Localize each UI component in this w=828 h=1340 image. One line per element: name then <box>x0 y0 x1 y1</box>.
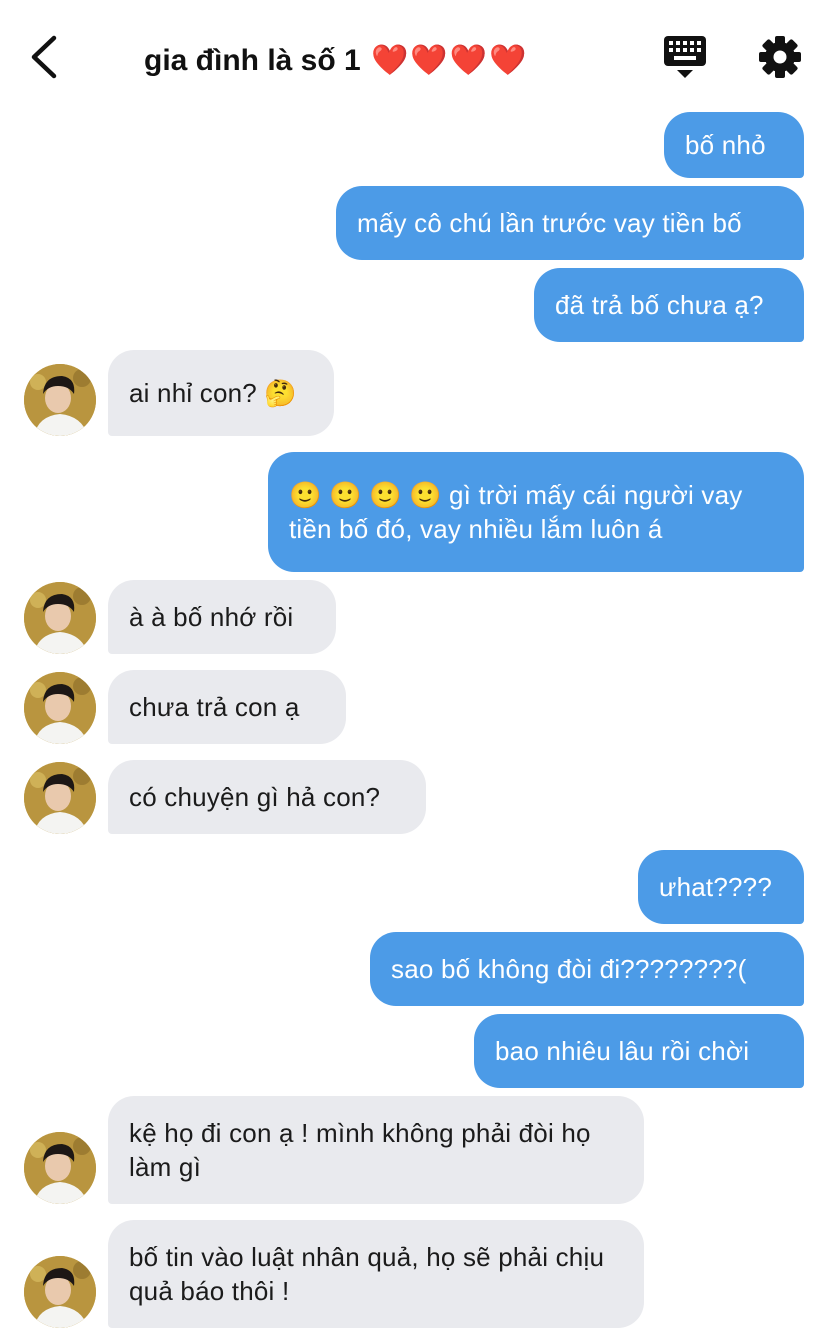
avatar[interactable] <box>24 582 96 654</box>
message-bubble-received[interactable]: chưa trả con ạ <box>108 670 346 744</box>
message-bubble-received[interactable]: kệ họ đi con ạ ! mình không phải đòi họ … <box>108 1096 644 1204</box>
message-text: chưa trả con ạ <box>129 692 300 722</box>
message-text: có chuyện gì hả con? <box>129 782 381 812</box>
message-bubble-sent[interactable]: 🙂 🙂 🙂 🙂 gì trời mấy cái người vay tiền b… <box>268 452 804 572</box>
avatar[interactable] <box>24 1256 96 1328</box>
message-text: bố nhỏ <box>685 130 766 160</box>
message-bubble-sent[interactable]: ưhat???? <box>638 850 804 924</box>
gear-icon <box>759 36 801 78</box>
avatar[interactable] <box>24 364 96 436</box>
avatar-photo <box>24 1132 96 1204</box>
message-bubble-sent[interactable]: bao nhiêu lâu rồi chời <box>474 1014 804 1088</box>
avatar[interactable] <box>24 1132 96 1204</box>
message-bubble-sent[interactable]: mấy cô chú lần trước vay tiền bố <box>336 186 804 260</box>
avatar[interactable] <box>24 762 96 834</box>
message-text: kệ họ đi con ạ ! mình không phải đòi họ … <box>129 1118 591 1182</box>
chevron-left-icon <box>31 35 57 79</box>
avatar-photo <box>24 672 96 744</box>
message-bubble-received[interactable]: à à bố nhớ rồi <box>108 580 336 654</box>
chat-title-text: gia đình là số 1 <box>144 44 361 77</box>
chat-header: gia đình là số 1 ❤️❤️❤️❤️ <box>0 0 828 110</box>
message-text: à à bố nhớ rồi <box>129 602 294 632</box>
settings-button[interactable] <box>758 35 802 79</box>
keyboard-button[interactable] <box>662 34 708 80</box>
message-bubble-sent[interactable]: sao bố không đòi đi????????( <box>370 932 804 1006</box>
message-bubble-sent[interactable]: bố nhỏ <box>664 112 804 178</box>
message-text: mấy cô chú lần trước vay tiền bố <box>357 208 742 238</box>
message-text: đã trả bố chưa ạ? <box>555 290 764 320</box>
message-text: bố tin vào luật nhân quả, họ sẽ phải chị… <box>129 1242 605 1306</box>
avatar[interactable] <box>24 672 96 744</box>
message-bubble-received[interactable]: bố tin vào luật nhân quả, họ sẽ phải chị… <box>108 1220 644 1328</box>
message-bubble-sent[interactable]: đã trả bố chưa ạ? <box>534 268 804 342</box>
avatar-photo <box>24 1256 96 1328</box>
chat-title-hearts: ❤️❤️❤️❤️ <box>371 43 529 78</box>
message-text: ưhat???? <box>659 872 772 902</box>
chat-title: gia đình là số 1 ❤️❤️❤️❤️ <box>144 38 624 84</box>
keyboard-icon <box>664 36 706 78</box>
message-text: ai nhỉ con? 🤔 <box>129 378 297 408</box>
message-text: bao nhiêu lâu rồi chời <box>495 1036 750 1066</box>
message-bubble-received[interactable]: ai nhỉ con? 🤔 <box>108 350 334 436</box>
avatar-photo <box>24 582 96 654</box>
message-text: sao bố không đòi đi????????( <box>391 954 747 984</box>
avatar-photo <box>24 364 96 436</box>
message-text: 🙂 🙂 🙂 🙂 gì trời mấy cái người vay tiền b… <box>289 480 743 544</box>
avatar-photo <box>24 762 96 834</box>
message-bubble-received[interactable]: có chuyện gì hả con? <box>108 760 426 834</box>
back-button[interactable] <box>26 32 66 82</box>
